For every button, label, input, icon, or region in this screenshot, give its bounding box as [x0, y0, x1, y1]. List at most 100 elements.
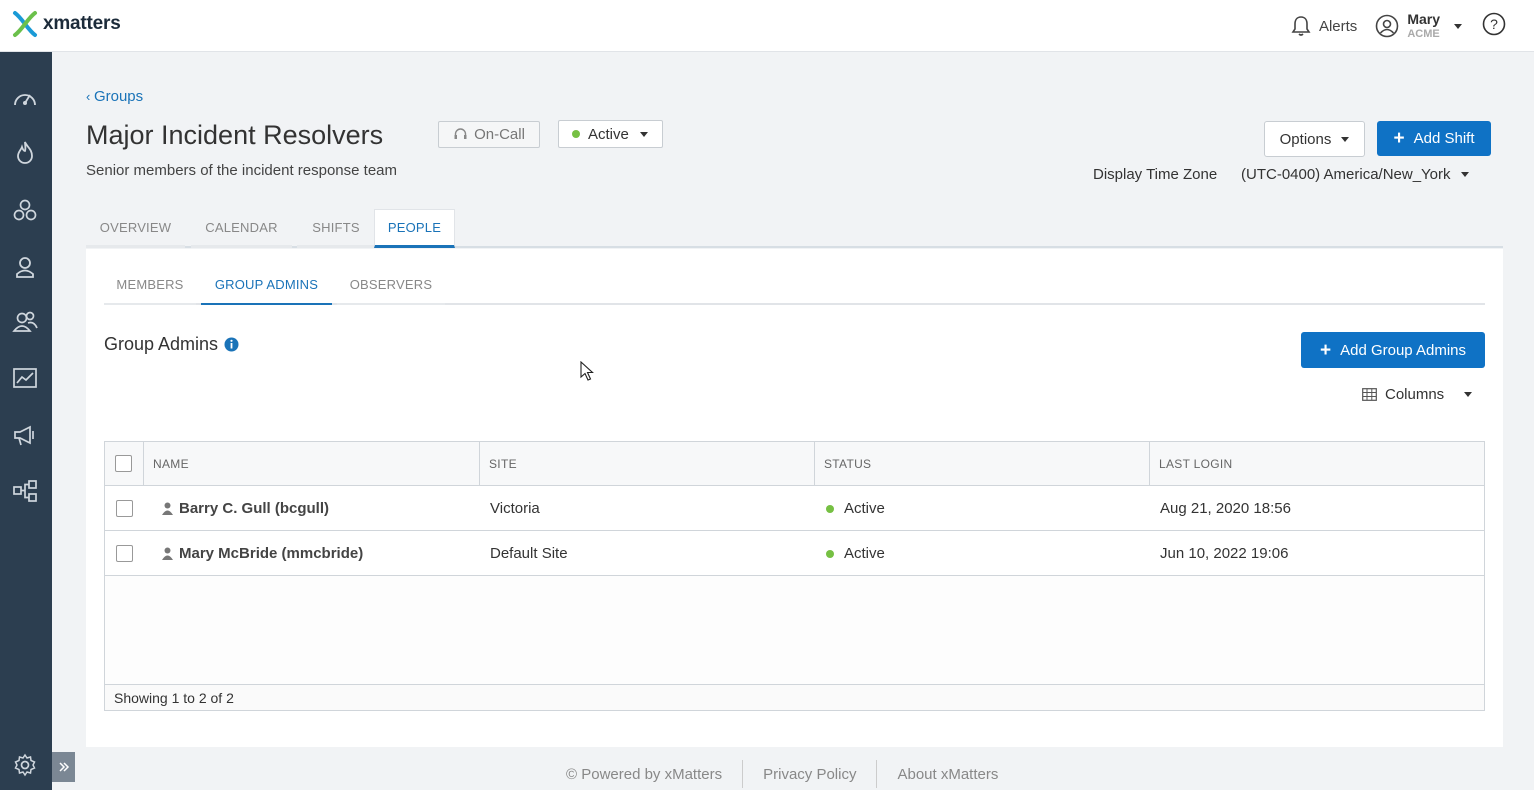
tab-people-label: PEOPLE [387, 220, 442, 235]
nav-reports[interactable] [11, 364, 39, 392]
user-org: ACME [1407, 28, 1440, 40]
tab-overview[interactable]: OVERVIEW [86, 209, 185, 248]
svg-text:?: ? [1490, 16, 1498, 32]
add-group-admins-button[interactable]: + Add Group Admins [1301, 332, 1485, 368]
tab-shifts-label: SHIFTS [312, 219, 360, 235]
columns-label: Columns [1385, 386, 1445, 403]
row-checkbox[interactable] [116, 500, 133, 517]
column-header-name[interactable]: NAME [144, 442, 480, 486]
active-dot-icon [826, 549, 834, 558]
row-site: Victoria [490, 500, 540, 517]
subtab-group-admins[interactable]: GROUP ADMINS [201, 266, 332, 305]
alerts-button[interactable]: Alerts [1291, 15, 1357, 37]
column-header-last-login[interactable]: LAST LOGIN [1150, 442, 1484, 486]
chevron-down-icon [1454, 23, 1462, 29]
column-header-site[interactable]: SITE [480, 442, 815, 486]
tab-overview-label: OVERVIEW [99, 219, 172, 235]
powered-by-link[interactable]: © Powered by xMatters [566, 766, 722, 783]
plus-icon: + [1393, 128, 1405, 149]
user-menu[interactable]: Mary ACME [1375, 12, 1462, 40]
people-subtabs: MEMBERS GROUP ADMINS OBSERVERS [104, 266, 1485, 305]
user-name-link[interactable]: Barry C. Gull (bcgull) [162, 486, 329, 531]
nav-workflows[interactable] [11, 477, 39, 505]
subtab-members-label: MEMBERS [116, 277, 184, 292]
row-last-login: Jun 10, 2022 19:06 [1160, 545, 1289, 562]
page-title: Major Incident Resolvers [86, 120, 384, 150]
xmatters-logo[interactable]: xmatters [12, 10, 121, 38]
timezone-label: Display Time Zone [1093, 166, 1218, 183]
user-name: Mary [1407, 11, 1440, 27]
subtab-observers[interactable]: OBSERVERS [337, 266, 445, 305]
nav-groups[interactable] [11, 197, 39, 225]
chevron-down-icon [1464, 392, 1473, 397]
row-checkbox[interactable] [116, 545, 133, 562]
column-header-status[interactable]: STATUS [815, 442, 1150, 486]
help-icon: ? [1482, 12, 1506, 35]
alerts-label: Alerts [1318, 17, 1358, 35]
row-last-login: Aug 21, 2020 18:56 [1160, 500, 1291, 517]
help-button[interactable]: ? [1482, 12, 1506, 41]
main-tabs: OVERVIEW CALENDAR SHIFTS PEOPLE [86, 209, 1503, 248]
timezone-dropdown[interactable]: (UTC-0400) America/New_York [1241, 166, 1469, 183]
row-site: Default Site [490, 545, 568, 562]
double-chevron-right-icon [58, 762, 69, 772]
row-name: Barry C. Gull (bcgull) [179, 500, 330, 517]
settings-icon [14, 753, 36, 777]
group-status-dropdown[interactable]: Active [558, 120, 663, 148]
table-footer: Showing 1 to 2 of 2 [105, 684, 1484, 710]
row-status: Active [826, 486, 885, 531]
privacy-policy-link[interactable]: Privacy Policy [763, 766, 856, 783]
subtab-observers-label: OBSERVERS [349, 277, 433, 292]
headset-icon [454, 128, 467, 139]
subtab-members[interactable]: MEMBERS [104, 266, 196, 305]
info-icon[interactable] [224, 337, 239, 352]
tab-shifts[interactable]: SHIFTS [297, 209, 375, 248]
sidebar-expand-button[interactable] [52, 752, 75, 782]
table-columns-icon [1362, 388, 1377, 401]
subtab-group-admins-label: GROUP ADMINS [214, 277, 319, 292]
nav-dashboard[interactable] [11, 84, 39, 112]
nav-incidents[interactable] [11, 139, 39, 167]
top-bar: xmatters Alerts Mary ACME ? [0, 0, 1534, 52]
nav-messaging[interactable] [11, 421, 39, 449]
section-title-text: Group Admins [104, 334, 219, 354]
workflow-icon [13, 480, 37, 502]
tab-calendar[interactable]: CALENDAR [191, 209, 292, 248]
user-avatar-icon [1376, 14, 1399, 38]
select-all-checkbox[interactable] [115, 455, 132, 472]
chevron-down-icon [1341, 136, 1350, 142]
breadcrumb[interactable]: ‹ Groups [86, 88, 143, 105]
chevron-down-icon [639, 131, 648, 137]
nav-teams[interactable] [11, 308, 39, 336]
footer-divider [876, 760, 878, 788]
reports-icon [13, 368, 37, 388]
mouse-pointer-icon [580, 361, 594, 381]
user-icon [16, 257, 34, 278]
sidebar [0, 52, 52, 790]
timezone-value: (UTC-0400) America/New_York [1241, 166, 1451, 183]
brand-name: xmatters [43, 13, 121, 34]
columns-dropdown[interactable]: Columns [1362, 386, 1473, 403]
tab-people[interactable]: PEOPLE [374, 209, 455, 248]
oncall-button[interactable]: On-Call [438, 121, 540, 148]
nav-users[interactable] [11, 253, 39, 281]
table-row[interactable]: Barry C. Gull (bcgull) Victoria Active A… [105, 486, 1484, 531]
breadcrumb-groups-link[interactable]: Groups [94, 88, 143, 105]
nav-settings[interactable] [11, 751, 39, 779]
person-icon [162, 502, 173, 515]
active-dot-icon [826, 504, 834, 513]
about-link[interactable]: About xMatters [897, 766, 998, 783]
add-shift-button[interactable]: + Add Shift [1377, 121, 1491, 156]
xmatters-logo-icon [13, 11, 37, 37]
chevron-left-icon: ‹ [86, 89, 94, 104]
options-dropdown[interactable]: Options [1264, 121, 1365, 157]
row-status-label: Active [844, 500, 885, 517]
person-icon [162, 547, 173, 560]
team-icon [12, 311, 38, 332]
user-name-link[interactable]: Mary McBride (mmcbride) [162, 531, 363, 576]
table-header: NAME SITE STATUS LAST LOGIN [105, 442, 1484, 486]
megaphone-icon [14, 425, 34, 446]
status-dot-icon [572, 130, 580, 138]
table-row[interactable]: Mary McBride (mmcbride) Default Site Act… [105, 531, 1484, 576]
select-all-cell [105, 442, 144, 486]
